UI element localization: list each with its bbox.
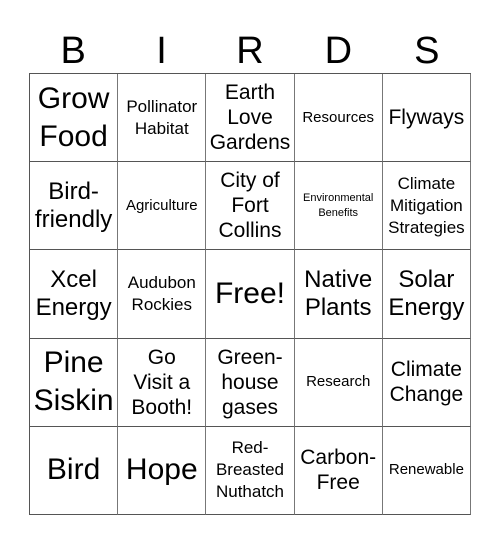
bingo-cell[interactable]: Free!: [206, 250, 295, 339]
bingo-cell[interactable]: Red- Breasted Nuthatch: [206, 426, 295, 515]
bingo-cell-text: Green- house gases: [217, 345, 283, 419]
bingo-cell-text: City of Fort Collins: [218, 169, 282, 243]
bingo-cell[interactable]: Pine Siskin: [30, 338, 119, 427]
bingo-cell[interactable]: Environmental Benefits: [294, 162, 383, 251]
bingo-cell[interactable]: Native Plants: [294, 250, 383, 339]
bingo-title: B I R D S: [29, 30, 471, 72]
bingo-cell-text: Climate Mitigation Strategies: [388, 173, 465, 237]
title-letter-b: B: [60, 30, 86, 72]
bingo-cell-text: Hope: [125, 453, 198, 487]
bingo-cell-text: Research: [306, 373, 371, 391]
bingo-cell[interactable]: Go Visit a Booth!: [118, 338, 207, 427]
bingo-cell[interactable]: Xcel Energy: [30, 250, 119, 339]
bingo-cell[interactable]: Research: [294, 338, 383, 427]
bingo-cell-text: Bird- friendly: [34, 177, 113, 233]
bingo-cell-text: Renewable: [388, 461, 464, 479]
title-letter-i: I: [156, 30, 167, 72]
bingo-cell-text: Flyways: [388, 106, 465, 130]
bingo-cell-text: Audubon Rockies: [127, 272, 196, 314]
bingo-cell[interactable]: Bird- friendly: [30, 162, 119, 251]
bingo-cell[interactable]: Carbon- Free: [294, 426, 383, 515]
bingo-cell[interactable]: Audubon Rockies: [118, 250, 207, 339]
bingo-cell-text: Earth Love Gardens: [209, 81, 291, 155]
bingo-cell[interactable]: Earth Love Gardens: [206, 74, 295, 163]
bingo-cell[interactable]: Resources: [294, 74, 383, 163]
bingo-cell-text: Resources: [302, 108, 375, 126]
bingo-cell-text: Bird: [46, 453, 101, 487]
bingo-cell-text: Solar Energy: [388, 265, 465, 321]
bingo-cell-text: Go Visit a Booth!: [131, 345, 193, 419]
bingo-cell[interactable]: Renewable: [382, 426, 471, 515]
bingo-cell[interactable]: Flyways: [382, 74, 471, 163]
title-letter-s: S: [414, 30, 440, 72]
bingo-cell[interactable]: Grow Food: [30, 74, 119, 163]
bingo-cell-text: Pine Siskin: [33, 346, 114, 418]
bingo-cell-text: Grow Food: [37, 81, 110, 153]
bingo-cell[interactable]: Bird: [30, 426, 119, 515]
bingo-cell-text: Climate Change: [389, 358, 464, 407]
bingo-cell-text: Native Plants: [304, 265, 373, 321]
bingo-cell-text: Agriculture: [125, 196, 198, 214]
title-letter-d: D: [324, 30, 353, 72]
bingo-cell[interactable]: Agriculture: [118, 162, 207, 251]
bingo-cell[interactable]: City of Fort Collins: [206, 162, 295, 251]
bingo-cell[interactable]: Climate Mitigation Strategies: [382, 162, 471, 251]
bingo-cell[interactable]: Solar Energy: [382, 250, 471, 339]
bingo-board: Grow Food Pollinator Habitat Earth Love Ga…: [29, 73, 471, 515]
bingo-cell[interactable]: Green- house gases: [206, 338, 295, 427]
bingo-cell-text: Free!: [214, 276, 285, 310]
bingo-cell-text: Pollinator Habitat: [126, 96, 198, 138]
bingo-cell-text: Red- Breasted Nuthatch: [215, 438, 285, 502]
bingo-cell-text: Xcel Energy: [35, 265, 112, 321]
title-letter-r: R: [236, 30, 264, 72]
bingo-cell[interactable]: Climate Change: [382, 338, 471, 427]
bingo-cell[interactable]: Pollinator Habitat: [118, 74, 207, 163]
bingo-cell[interactable]: Hope: [118, 426, 207, 515]
bingo-cell-text: Carbon- Free: [300, 446, 377, 495]
bingo-cell-text: Environmental Benefits: [303, 191, 374, 219]
